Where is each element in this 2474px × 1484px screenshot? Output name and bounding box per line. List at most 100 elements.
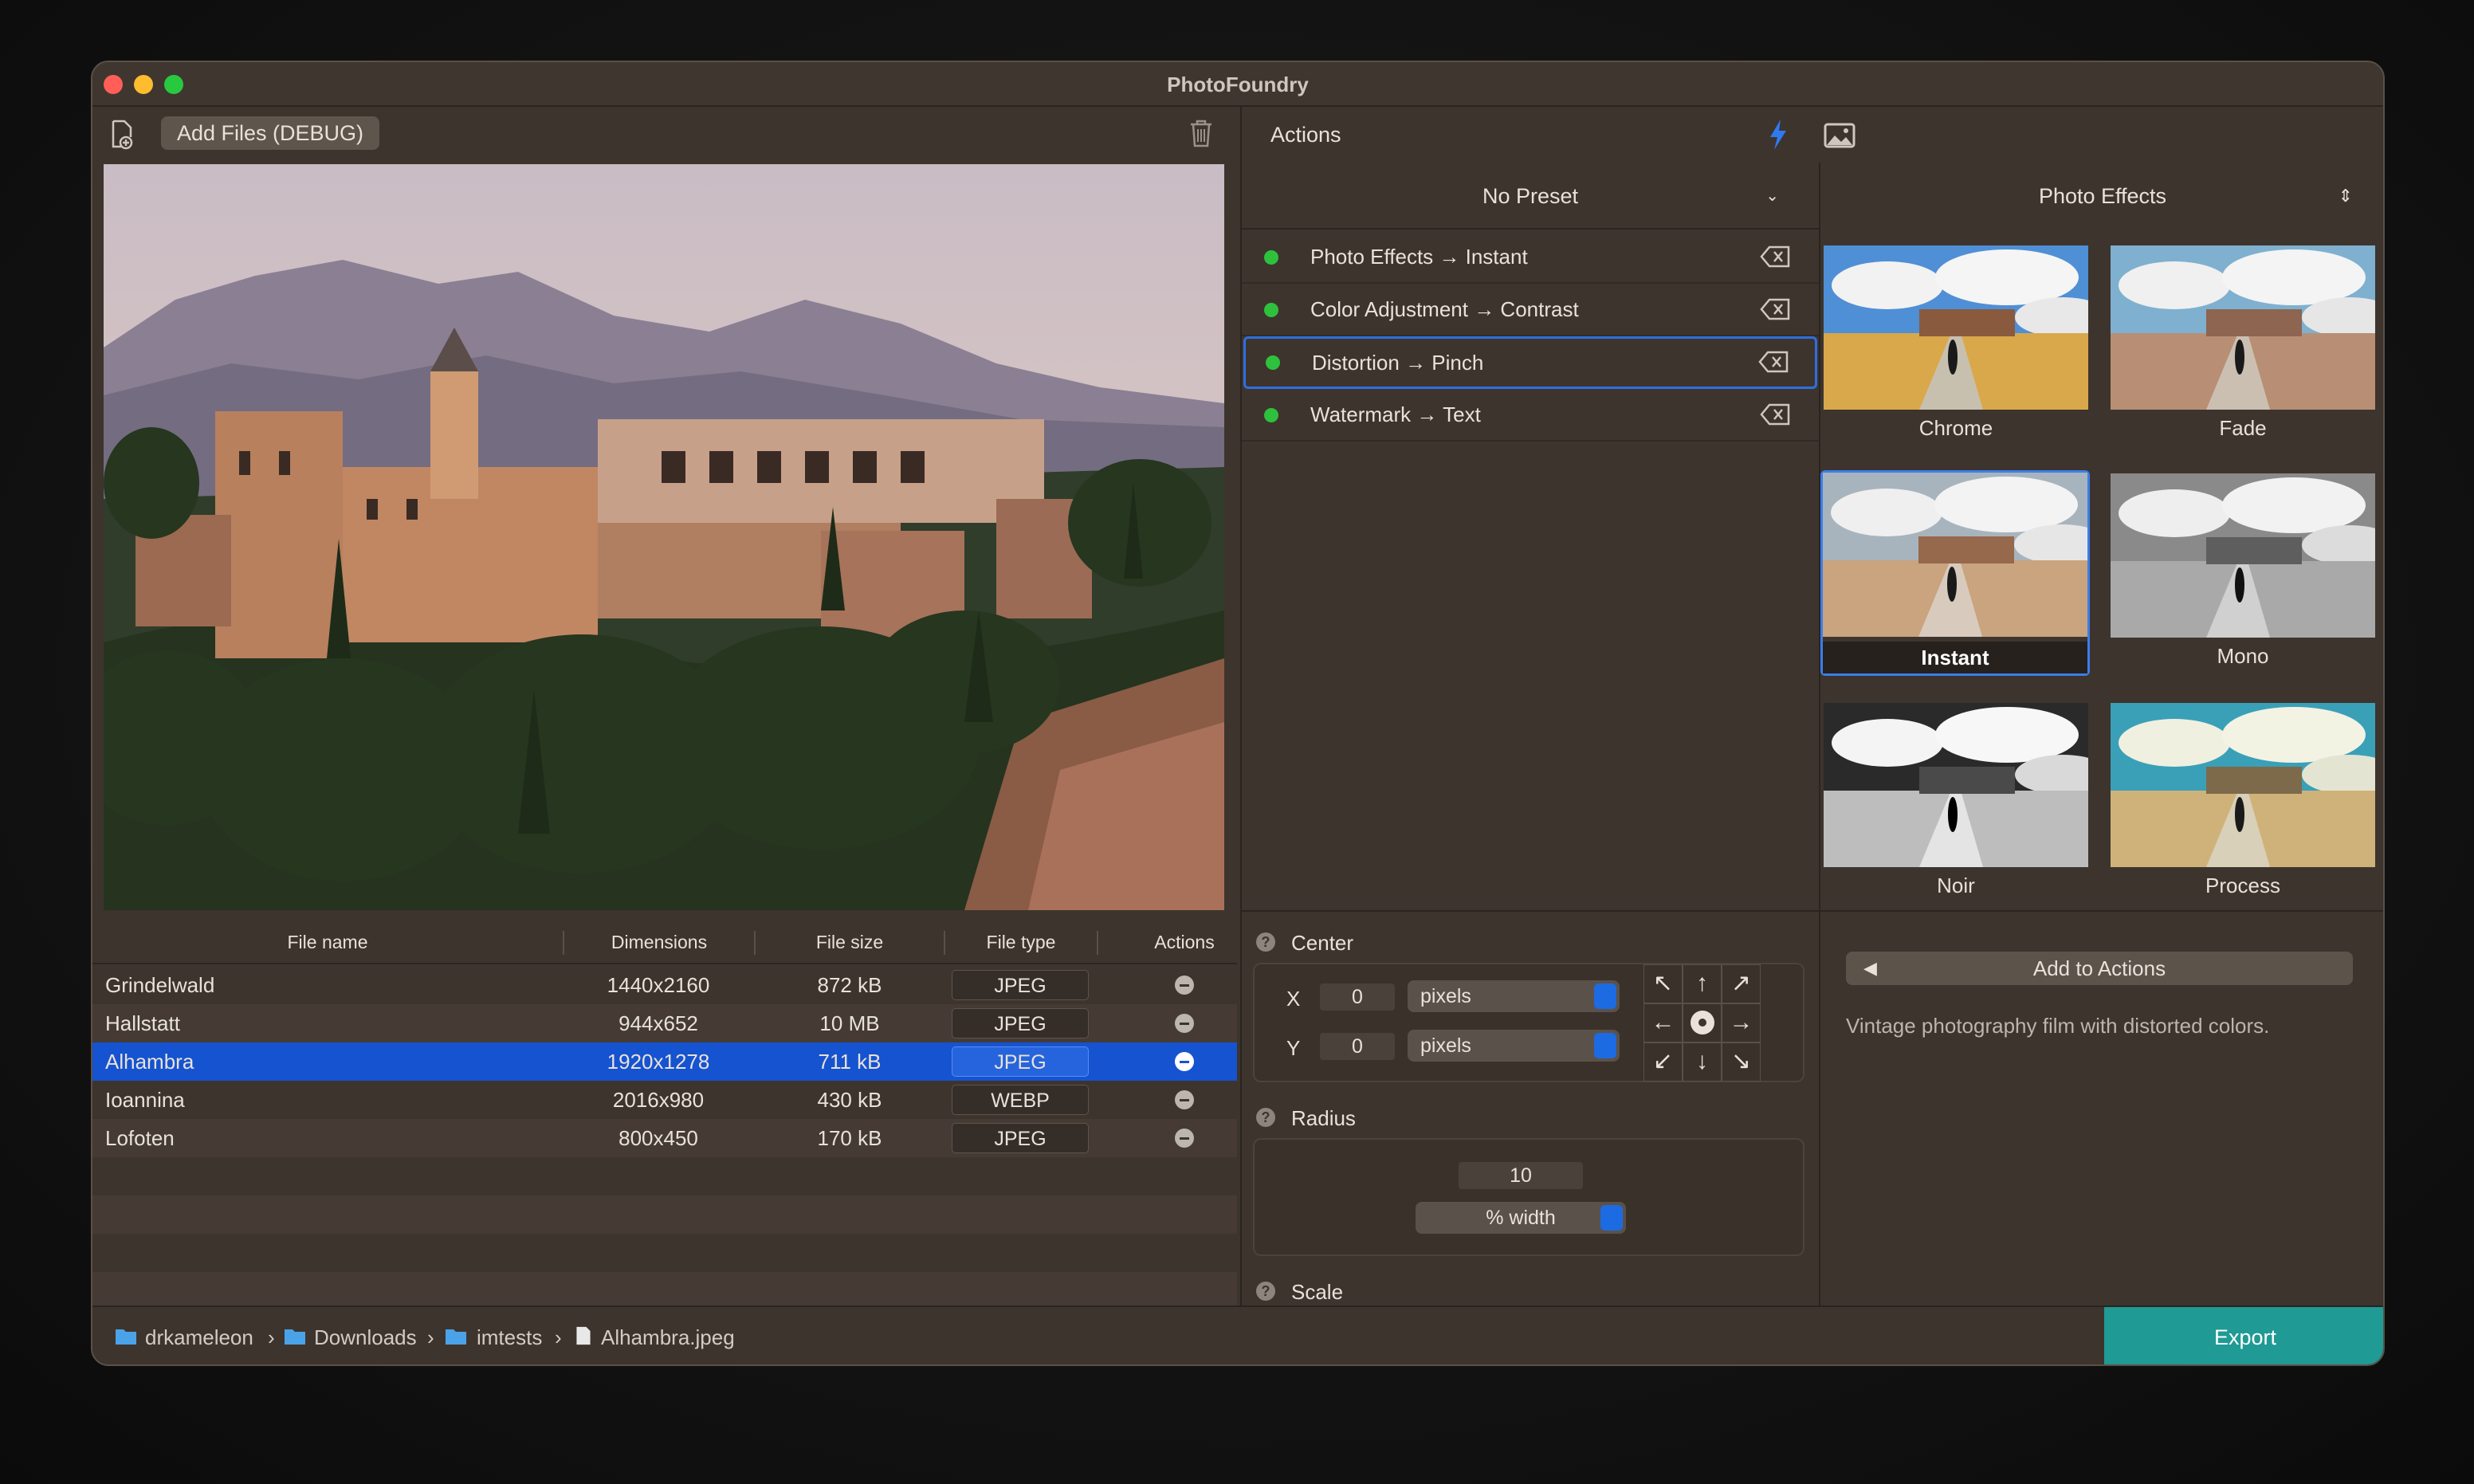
effect-thumb-noir[interactable]: Noir [1824, 703, 2088, 904]
arrow-up-icon[interactable]: ↑ [1683, 964, 1722, 1003]
effect-thumb-chrome[interactable]: Chrome [1824, 245, 2088, 446]
trash-icon[interactable] [1188, 118, 1215, 148]
column-header-file-size[interactable]: File size [756, 920, 944, 964]
remove-file-button[interactable] [1175, 976, 1194, 995]
anchor-grid: ↖ ↑ ↗ ← → ↙ ↓ ↘ [1643, 964, 1761, 1082]
effect-caption: Chrome [1918, 416, 1993, 440]
x-input[interactable]: 0 [1320, 983, 1395, 1011]
add-files-button[interactable]: Add Files (DEBUG) [161, 116, 380, 150]
effect-thumb-fade[interactable]: Fade [2111, 245, 2375, 446]
column-header-dimensions[interactable]: Dimensions [564, 920, 754, 964]
arrow-down-left-icon[interactable]: ↙ [1643, 1042, 1683, 1082]
arrow-down-right-icon[interactable]: ↘ [1722, 1042, 1761, 1082]
file-dimensions: 1920x1278 [607, 1050, 710, 1074]
delete-backward-icon[interactable] [1758, 351, 1789, 373]
file-name: Ioannina [105, 1088, 185, 1112]
action-item[interactable]: Watermark → Text [1242, 389, 1819, 442]
action-item[interactable]: Photo Effects → Instant [1242, 231, 1819, 284]
preset-dropdown[interactable]: No Preset ⌄ [1242, 163, 1819, 230]
remove-file-button[interactable] [1175, 1129, 1194, 1148]
delete-backward-icon[interactable] [1760, 403, 1790, 426]
folder-icon [285, 1329, 305, 1345]
delete-backward-icon[interactable] [1760, 298, 1790, 320]
help-icon[interactable]: ? [1256, 1108, 1275, 1127]
effects-category-select[interactable]: Photo Effects ⇕ [1820, 163, 2383, 230]
folder-icon [446, 1329, 466, 1345]
actions-header: Actions [1242, 107, 2383, 163]
remove-file-button[interactable] [1175, 1014, 1194, 1033]
table-row-selected[interactable]: Alhambra 1920x1278 711 kB JPEG [92, 1042, 1237, 1081]
export-button[interactable]: Export [2104, 1307, 2383, 1364]
status-dot [1264, 303, 1278, 317]
radius-input[interactable]: 10 [1459, 1162, 1583, 1189]
table-header: File name Dimensions File size File type… [92, 920, 1237, 964]
help-icon[interactable]: ? [1256, 932, 1275, 952]
add-file-icon[interactable] [108, 120, 135, 150]
y-unit-select[interactable]: pixels [1408, 1030, 1620, 1062]
arrow-left-icon[interactable]: ← [1643, 1003, 1683, 1042]
arrow-up-left-icon[interactable]: ↖ [1643, 964, 1683, 1003]
empty-row [92, 1157, 1237, 1195]
action-item-label: Distortion → Pinch [1312, 351, 1484, 375]
file-type-badge: JPEG [952, 1046, 1089, 1077]
table-row[interactable]: Hallstatt 944x652 10 MB JPEG [92, 1004, 1237, 1042]
folder-icon [116, 1329, 136, 1345]
title-bar: PhotoFoundry [92, 62, 2383, 107]
arrow-right-icon[interactable]: → [1722, 1003, 1761, 1042]
stepper-icon [1594, 1033, 1616, 1058]
delete-backward-icon[interactable] [1760, 245, 1790, 268]
breadcrumb-item[interactable]: drkameleon [145, 1307, 253, 1364]
panel-divider [1819, 163, 1820, 1364]
lightning-bolt-icon[interactable] [1766, 118, 1790, 151]
arrow-down-icon[interactable]: ↓ [1683, 1042, 1722, 1082]
effect-thumb-instant[interactable]: Instant [1820, 470, 2090, 676]
table-row[interactable]: Grindelwald 1440x2160 872 kB JPEG [92, 966, 1237, 1004]
stepper-icon [1594, 983, 1616, 1009]
radius-unit-label: % width [1486, 1207, 1556, 1229]
file-name: Lofoten [105, 1126, 175, 1150]
action-item[interactable]: Color Adjustment → Contrast [1242, 284, 1819, 336]
minimize-window-button[interactable] [134, 75, 153, 94]
remove-file-button[interactable] [1175, 1090, 1194, 1109]
breadcrumb-separator: › [427, 1325, 434, 1349]
file-type-badge: JPEG [952, 1008, 1089, 1038]
close-window-button[interactable] [104, 75, 123, 94]
y-label: Y [1286, 1036, 1301, 1060]
column-header-file-type[interactable]: File type [945, 920, 1097, 964]
file-panel: Add Files (DEBUG) File name Dimensions F… [92, 107, 1240, 1310]
breadcrumb-item[interactable]: imtests [477, 1307, 542, 1364]
help-icon[interactable]: ? [1256, 1282, 1275, 1301]
radius-unit-select[interactable]: % width [1416, 1202, 1626, 1234]
maximize-window-button[interactable] [164, 75, 183, 94]
file-size: 711 kB [818, 1050, 882, 1074]
column-header-file-name[interactable]: File name [92, 920, 563, 964]
effect-thumb-mono[interactable]: Mono [2111, 473, 2375, 674]
file-dimensions: 2016x980 [612, 1088, 705, 1112]
effect-preview-image [2111, 473, 2375, 638]
effect-description: Vintage photography film with distorted … [1846, 1014, 2270, 1038]
file-size: 872 kB [817, 973, 882, 997]
photo-icon[interactable] [1824, 123, 1856, 148]
file-size: 430 kB [817, 1088, 882, 1112]
arrow-up-right-icon[interactable]: ↗ [1722, 964, 1761, 1003]
effect-caption: Mono [2217, 644, 2269, 668]
file-name: Alhambra [105, 1050, 194, 1074]
effect-caption: Instant [1823, 642, 2087, 673]
center-dot-icon[interactable] [1683, 1003, 1722, 1042]
column-header-actions[interactable]: Actions [1098, 920, 1270, 964]
add-to-actions-button[interactable]: ◀ Add to Actions [1846, 952, 2353, 985]
file-dimensions: 944x652 [618, 1011, 698, 1035]
effect-caption: Noir [1937, 874, 1975, 897]
action-item-focused[interactable]: Distortion → Pinch [1243, 336, 1817, 389]
x-unit-label: pixels [1420, 985, 1471, 1007]
y-input[interactable]: 0 [1320, 1033, 1395, 1060]
table-row[interactable]: Lofoten 800x450 170 kB JPEG [92, 1119, 1237, 1157]
table-row[interactable]: Ioannina 2016x980 430 kB WEBP [92, 1081, 1237, 1119]
file-type-badge: JPEG [952, 1123, 1089, 1153]
breadcrumb-item[interactable]: Alhambra.jpeg [601, 1307, 735, 1364]
x-unit-select[interactable]: pixels [1408, 980, 1620, 1012]
effect-thumb-process[interactable]: Process [2111, 703, 2375, 904]
radius-label: Radius [1291, 1106, 1356, 1130]
breadcrumb-item[interactable]: Downloads [314, 1307, 417, 1364]
remove-file-button[interactable] [1175, 1052, 1194, 1071]
